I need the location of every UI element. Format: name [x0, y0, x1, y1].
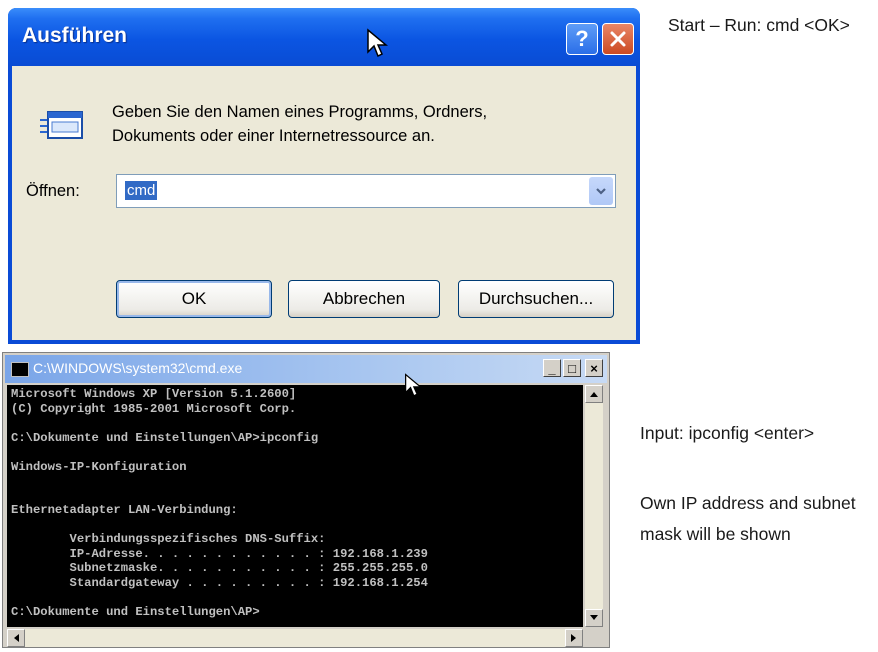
ok-button[interactable]: OK	[116, 280, 272, 318]
scroll-up-button[interactable]	[585, 385, 603, 403]
arrow-down-icon	[590, 615, 598, 620]
open-combobox-dropdown-button[interactable]	[589, 177, 613, 205]
close-x-icon	[610, 31, 626, 47]
cancel-button[interactable]: Abbrechen	[288, 280, 440, 318]
arrow-right-icon	[571, 634, 576, 642]
run-window-icon	[40, 111, 83, 139]
open-combobox-value[interactable]: cmd	[125, 181, 158, 200]
run-dialog-description: Geben Sie den Namen eines Programms, Ord…	[112, 100, 487, 148]
run-dialog-titlebar[interactable]: Ausführen ?	[8, 8, 640, 66]
question-mark-icon: ?	[575, 26, 589, 51]
description-line-1: Geben Sie den Namen eines Programms, Ord…	[112, 103, 488, 121]
note-result: Own IP address and subnet mask will be s…	[640, 488, 876, 550]
console-output: Microsoft Windows XP [Version 5.1.2600] …	[11, 387, 428, 619]
run-dialog-body: Geben Sie den Namen eines Programms, Ord…	[12, 66, 636, 340]
close-button[interactable]	[602, 23, 634, 55]
run-dialog-title: Ausführen	[22, 24, 127, 47]
help-button[interactable]: ?	[566, 23, 598, 55]
scroll-left-button[interactable]	[7, 629, 25, 647]
note-result-line-1: Own IP address and subnet	[640, 493, 856, 513]
scroll-down-button[interactable]	[585, 609, 603, 627]
open-combobox[interactable]: cmd	[116, 174, 616, 208]
cmd-window-title: C:\WINDOWS\system32\cmd.exe	[33, 360, 243, 376]
cmd-window-titlebar[interactable]: C:\WINDOWS\system32\cmd.exe _ □ ×	[5, 355, 607, 383]
mouse-pointer-icon	[367, 28, 388, 58]
maximize-button[interactable]: □	[563, 359, 581, 377]
note-input-step: Input: ipconfig <enter>	[640, 423, 815, 443]
console-output-area[interactable]: Microsoft Windows XP [Version 5.1.2600] …	[7, 385, 583, 627]
console-icon	[11, 362, 29, 377]
cmd-close-button[interactable]: ×	[585, 359, 603, 377]
resize-grip[interactable]	[585, 629, 603, 647]
arrow-up-icon	[590, 392, 598, 397]
open-label: Öffnen:	[26, 182, 80, 200]
mouse-pointer-icon	[405, 373, 422, 397]
note-result-line-2: mask will be shown	[640, 524, 791, 544]
cmd-window: C:\WINDOWS\system32\cmd.exe _ □ × Micros…	[2, 352, 610, 648]
description-line-2: Dokuments oder einer Internetressource a…	[112, 127, 435, 145]
note-run-step: Start – Run: cmd <OK>	[668, 15, 850, 35]
vertical-scrollbar[interactable]	[585, 385, 603, 627]
minimize-button[interactable]: _	[543, 359, 561, 377]
chevron-down-icon	[596, 188, 606, 195]
horizontal-scrollbar[interactable]	[7, 629, 583, 647]
arrow-left-icon	[14, 634, 19, 642]
run-dialog: Ausführen ? Geben Sie den Namen eines Pr…	[8, 8, 640, 344]
browse-button[interactable]: Durchsuchen...	[458, 280, 614, 318]
scroll-right-button[interactable]	[565, 629, 583, 647]
